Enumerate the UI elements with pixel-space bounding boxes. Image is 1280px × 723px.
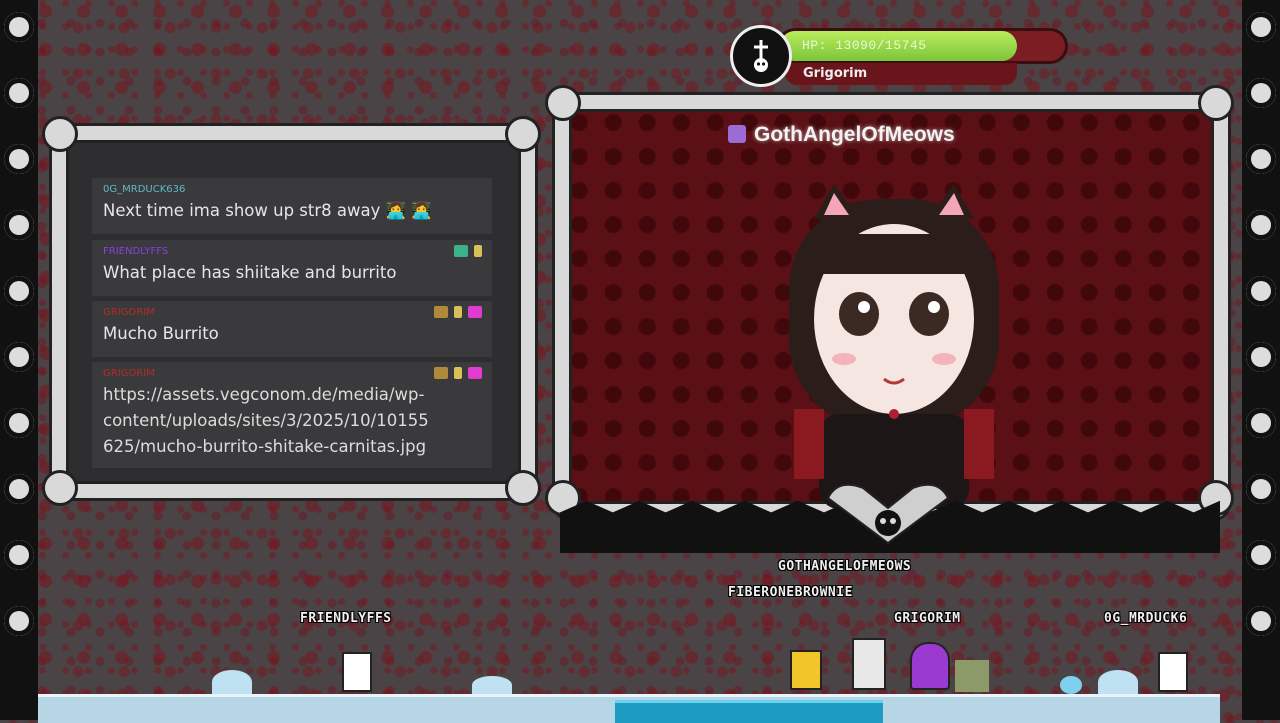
user-badges — [434, 306, 482, 318]
chat-link-line: content/uploads/sites/3/2025/10/10155 — [103, 411, 429, 430]
badge-icon — [468, 306, 482, 318]
badge-icon — [434, 367, 448, 379]
twitch-icon — [728, 125, 746, 143]
chat-link[interactable]: https://assets.vegconom.de/media/wp- con… — [103, 382, 429, 460]
chat-message: GRIGORIM https://assets.vegconom.de/medi… — [92, 362, 492, 468]
bone-corner — [505, 116, 541, 152]
player-sprite — [1158, 652, 1188, 692]
player-sprite — [910, 642, 950, 690]
user-badges — [454, 245, 482, 257]
chat-text: What place has shiitake and burrito — [103, 263, 397, 282]
chat-message: GRIGORIM Mucho Burrito — [92, 301, 492, 357]
badge-icon — [434, 306, 448, 318]
badge-icon — [454, 306, 462, 318]
chat-link-line: 625/mucho-burrito-shitake-carnitas.jpg — [103, 437, 427, 456]
bone-corner — [505, 470, 541, 506]
chat-message: 0G_MRDUCK636 Next time ima show up str8 … — [92, 178, 492, 234]
chat-text: Next time ima show up str8 away 👩‍💻 👩‍💻 — [103, 201, 432, 220]
hp-player-name: Grigorim — [785, 63, 1017, 85]
player-name: GOTHANGELOFMEOWS — [778, 559, 912, 574]
user-badges — [434, 367, 482, 379]
avatar-camera-panel — [555, 95, 1228, 518]
ankh-skull-icon — [730, 25, 792, 87]
channel-name-text: GothAngelOfMeows — [754, 123, 955, 146]
badge-icon — [454, 245, 468, 257]
hp-text: HP: 13090/15745 — [802, 38, 927, 53]
chat-username: GRIGORIM — [103, 368, 155, 379]
chat-message: FRIENDLYFFS What place has shiitake and … — [92, 240, 492, 296]
bone-corner — [42, 116, 78, 152]
bone-corner — [545, 85, 581, 121]
player-name: GRIGORIM — [894, 611, 961, 626]
player-name: 0G_MRDUCK6 — [1104, 611, 1188, 626]
player-sprite — [342, 652, 372, 692]
ice-crystal — [1060, 676, 1082, 694]
player-sprite — [790, 650, 822, 690]
moss-block — [955, 660, 989, 692]
skull-border-left — [0, 0, 38, 720]
vtuber-avatar — [789, 184, 999, 509]
ice-crystal — [212, 670, 252, 694]
bone-corner — [1198, 85, 1234, 121]
badge-icon — [474, 245, 482, 257]
channel-name: GothAngelOfMeows — [728, 123, 955, 147]
hp-bar: HP: 13090/15745 — [780, 31, 1065, 61]
bone-corner — [42, 470, 78, 506]
ice-crystal — [472, 676, 512, 694]
player-name: FRIENDLYFFS — [300, 611, 392, 626]
chat-username: 0G_MRDUCK636 — [103, 184, 186, 195]
hp-widget: HP: 13090/15745 Grigorim — [730, 25, 1068, 87]
player-sprite — [852, 638, 886, 690]
badge-icon — [454, 367, 462, 379]
ice-crystal — [1098, 670, 1138, 694]
skull-heart-hands-icon — [826, 483, 950, 545]
player-name: FIBERONEBROWNIE — [728, 585, 853, 600]
chat-link-line: https://assets.vegconom.de/media/wp- — [103, 385, 425, 404]
chat-username: FRIENDLYFFS — [103, 246, 169, 257]
badge-icon — [468, 367, 482, 379]
skull-border-right — [1242, 0, 1280, 720]
chat-text: Mucho Burrito — [103, 324, 219, 343]
chat-username: GRIGORIM — [103, 307, 155, 318]
chat-panel: 0G_MRDUCK636 Next time ima show up str8 … — [52, 126, 535, 498]
